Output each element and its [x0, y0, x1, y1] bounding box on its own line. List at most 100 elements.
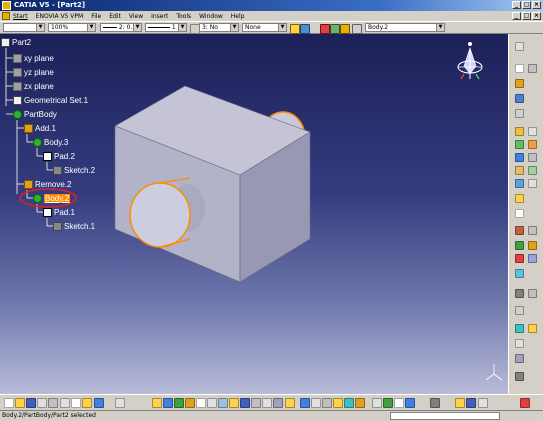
define-in-work-object-icon[interactable] — [340, 24, 350, 34]
point-symbol-combo[interactable]: 3: No ▼ — [199, 23, 239, 32]
sew-surface-icon[interactable] — [528, 179, 537, 188]
line-thickness-combo[interactable]: 2: 0.35 ▼ — [100, 23, 142, 32]
mirror-icon[interactable] — [515, 209, 524, 218]
properties-icon[interactable] — [300, 24, 310, 34]
tree-node-sketch-2[interactable]: Sketch.2 — [53, 164, 95, 176]
menu-window[interactable]: Window — [199, 13, 223, 20]
close-button[interactable]: × — [532, 1, 541, 9]
document-icon[interactable] — [2, 12, 10, 20]
shading-icon[interactable] — [251, 398, 261, 408]
formula-icon[interactable] — [466, 398, 476, 408]
fillet-tool-icon[interactable] — [515, 127, 524, 136]
add-icon[interactable] — [528, 241, 537, 250]
normal-view-icon[interactable] — [218, 398, 228, 408]
sketcher-icon[interactable] — [515, 42, 524, 51]
fly-mode-icon[interactable] — [152, 398, 162, 408]
menu-enovia[interactable]: ENOVIA V5 VPM — [36, 13, 84, 20]
close-surface-icon[interactable] — [515, 179, 524, 188]
rotate-icon[interactable] — [185, 398, 195, 408]
layer-combo[interactable]: None ▼ — [242, 23, 287, 32]
menu-start[interactable]: Start — [13, 13, 28, 20]
split-tool-icon[interactable] — [515, 166, 524, 175]
remove-icon[interactable] — [515, 254, 524, 263]
part-model[interactable] — [114, 85, 311, 283]
zoom-combo[interactable]: 100% ▼ — [48, 23, 96, 32]
pad-tool-icon[interactable] — [515, 64, 524, 73]
line-type-combo[interactable]: 1 ▼ — [145, 23, 187, 32]
doc-minimize-button[interactable]: _ — [512, 12, 521, 20]
tree-node-add-1[interactable]: Add.1 — [24, 122, 56, 134]
camera-icon[interactable] — [355, 398, 365, 408]
knowledge-advisor-icon[interactable] — [455, 398, 465, 408]
thickness-tool-icon[interactable] — [515, 153, 524, 162]
thick-surface-icon[interactable] — [528, 166, 537, 175]
assemble-icon[interactable] — [515, 241, 524, 250]
intersect-icon[interactable] — [528, 254, 537, 263]
iso-view-icon[interactable] — [240, 398, 250, 408]
measure-item-icon[interactable] — [383, 398, 393, 408]
body-combo[interactable]: Body.2 ▼ — [365, 23, 445, 32]
shell-tool-icon[interactable] — [528, 140, 537, 149]
scaling-icon[interactable] — [528, 226, 537, 235]
section-icon[interactable] — [333, 398, 343, 408]
command-input[interactable] — [390, 412, 500, 420]
constraint-icon[interactable] — [515, 306, 524, 315]
zoom-out-icon[interactable] — [207, 398, 217, 408]
menu-view[interactable]: View — [129, 13, 143, 20]
rib-tool-icon[interactable] — [515, 109, 524, 118]
font-combo[interactable]: ▼ — [3, 23, 45, 32]
menu-file[interactable]: File — [91, 13, 101, 20]
cut-icon[interactable] — [60, 398, 70, 408]
tree-node-remove-2[interactable]: Remove.2 — [24, 178, 71, 190]
painter-icon[interactable] — [290, 24, 300, 34]
hole-tool-icon[interactable] — [515, 94, 524, 103]
material-icon[interactable] — [285, 398, 295, 408]
open-icon[interactable] — [15, 398, 25, 408]
capture-icon[interactable] — [300, 398, 310, 408]
analysis-tool-icon[interactable] — [515, 324, 524, 333]
tree-node-root[interactable]: Part2 — [1, 36, 31, 48]
new-icon[interactable] — [4, 398, 14, 408]
hide-show-icon[interactable] — [262, 398, 272, 408]
menu-help[interactable]: Help — [231, 13, 245, 20]
save-icon[interactable] — [26, 398, 36, 408]
scan-icon[interactable] — [330, 24, 340, 34]
3d-compass-icon[interactable] — [311, 398, 321, 408]
maximize-button[interactable]: □ — [522, 1, 531, 9]
tree-node-zx-plane[interactable]: zx plane — [13, 80, 54, 92]
tree-node-body-2[interactable]: Body.2 — [33, 192, 71, 204]
union-trim-icon[interactable] — [515, 269, 524, 278]
tree-node-partbody[interactable]: PartBody — [13, 108, 57, 120]
paste-icon[interactable] — [82, 398, 92, 408]
thread-tool-icon[interactable] — [528, 153, 537, 162]
measure-between-icon[interactable] — [372, 398, 382, 408]
swap-space-icon[interactable] — [273, 398, 283, 408]
minimize-button[interactable]: _ — [512, 1, 521, 9]
zoom-in-icon[interactable] — [196, 398, 206, 408]
analysis-icon[interactable] — [320, 24, 330, 34]
3d-viewport[interactable]: Part2 xy plane yz plane zx plane Geometr… — [0, 34, 508, 394]
doc-restore-button[interactable]: □ — [522, 12, 531, 20]
menu-insert[interactable]: Insert — [151, 13, 168, 20]
fit-all-icon[interactable] — [163, 398, 173, 408]
tree-node-yz-plane[interactable]: yz plane — [13, 66, 54, 78]
quick-print-icon[interactable] — [48, 398, 58, 408]
translation-icon[interactable] — [515, 194, 524, 203]
tree-node-body-3[interactable]: Body.3 — [33, 136, 68, 148]
doc-close-button[interactable]: × — [532, 12, 541, 20]
macro-icon[interactable] — [430, 398, 440, 408]
tree-node-xy-plane[interactable]: xy plane — [13, 52, 54, 64]
work-object-icon[interactable] — [352, 24, 362, 34]
measure-icon[interactable] — [528, 289, 537, 298]
chamfer-tool-icon[interactable] — [528, 127, 537, 136]
pattern-icon[interactable] — [515, 226, 524, 235]
tree-node-geometrical-set[interactable]: Geometrical Set.1 — [13, 94, 88, 106]
tree-node-pad-1[interactable]: Pad.1 — [43, 206, 75, 218]
catalog-icon[interactable] — [478, 398, 488, 408]
tree-node-sketch-1[interactable]: Sketch.1 — [53, 220, 95, 232]
print-icon[interactable] — [37, 398, 47, 408]
annotation-icon[interactable] — [515, 339, 524, 348]
copy-icon[interactable] — [71, 398, 81, 408]
light-icon[interactable] — [344, 398, 354, 408]
apply-material-icon[interactable] — [515, 289, 524, 298]
